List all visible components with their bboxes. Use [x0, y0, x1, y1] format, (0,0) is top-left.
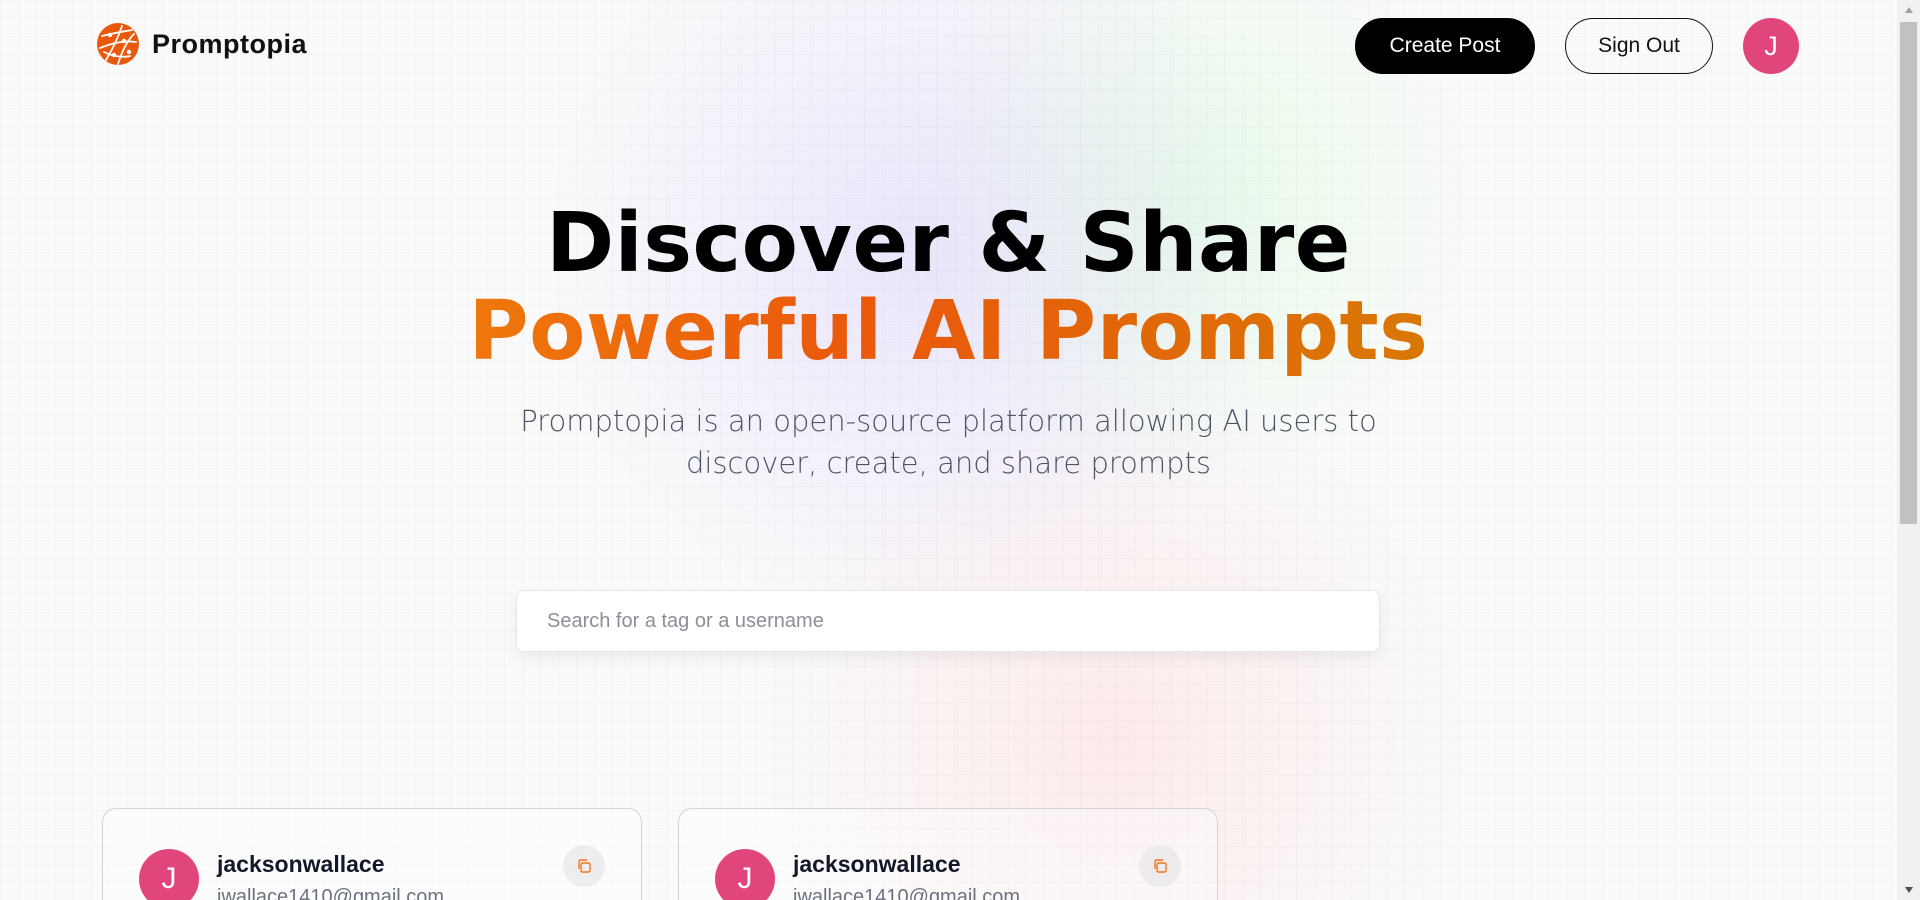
prompt-card: J jacksonwallace jwallace1410@gmail.com [678, 808, 1218, 900]
card-avatar[interactable]: J [715, 849, 775, 900]
copy-button[interactable] [563, 845, 605, 887]
profile-avatar-initial: J [1764, 30, 1778, 61]
card-username: jacksonwallace [217, 851, 385, 877]
scroll-down-arrow-icon[interactable] [1897, 880, 1920, 900]
card-username: jacksonwallace [793, 851, 961, 877]
card-avatar-initial: J [161, 862, 177, 895]
hero-title-line2: Powerful AI Prompts [0, 288, 1897, 376]
create-post-button[interactable]: Create Post [1355, 18, 1535, 74]
prompt-card: J jacksonwallace jwallace1410@gmail.com [102, 808, 642, 900]
copy-icon [578, 859, 591, 873]
page: Promptopia Create Post Sign Out J Discov… [0, 0, 1897, 900]
hero-title: Discover & Share Powerful AI Prompts [0, 200, 1897, 376]
copy-button[interactable] [1139, 845, 1181, 887]
search-input[interactable] [516, 590, 1380, 652]
vertical-scrollbar[interactable] [1897, 0, 1920, 900]
scrollbar-thumb[interactable] [1900, 22, 1917, 524]
card-user-info[interactable]: jacksonwallace jwallace1410@gmail.com [217, 851, 444, 900]
search-form [516, 590, 1380, 652]
profile-avatar[interactable]: J [1743, 18, 1799, 74]
brand-link[interactable]: Promptopia [96, 22, 307, 66]
hero-title-line1: Discover & Share [546, 196, 1351, 291]
scroll-up-arrow-icon[interactable] [1897, 0, 1920, 20]
brand-name: Promptopia [152, 28, 308, 59]
navbar: Promptopia Create Post Sign Out J [96, 18, 1799, 74]
promptopia-logo-icon [97, 23, 139, 65]
card-user-info[interactable]: jacksonwallace jwallace1410@gmail.com [793, 851, 1020, 900]
card-email: jwallace1410@gmail.com [793, 886, 1021, 900]
card-avatar-initial: J [737, 862, 753, 895]
card-avatar[interactable]: J [139, 849, 199, 900]
hero-description: Promptopia is an open-source platform al… [520, 404, 1377, 480]
hero-section: Discover & Share Powerful AI Prompts Pro… [0, 200, 1897, 484]
nav-actions: Create Post Sign Out J [1355, 18, 1799, 74]
card-email: jwallace1410@gmail.com [217, 886, 445, 900]
sign-out-button[interactable]: Sign Out [1565, 18, 1713, 74]
copy-icon [1154, 859, 1167, 873]
